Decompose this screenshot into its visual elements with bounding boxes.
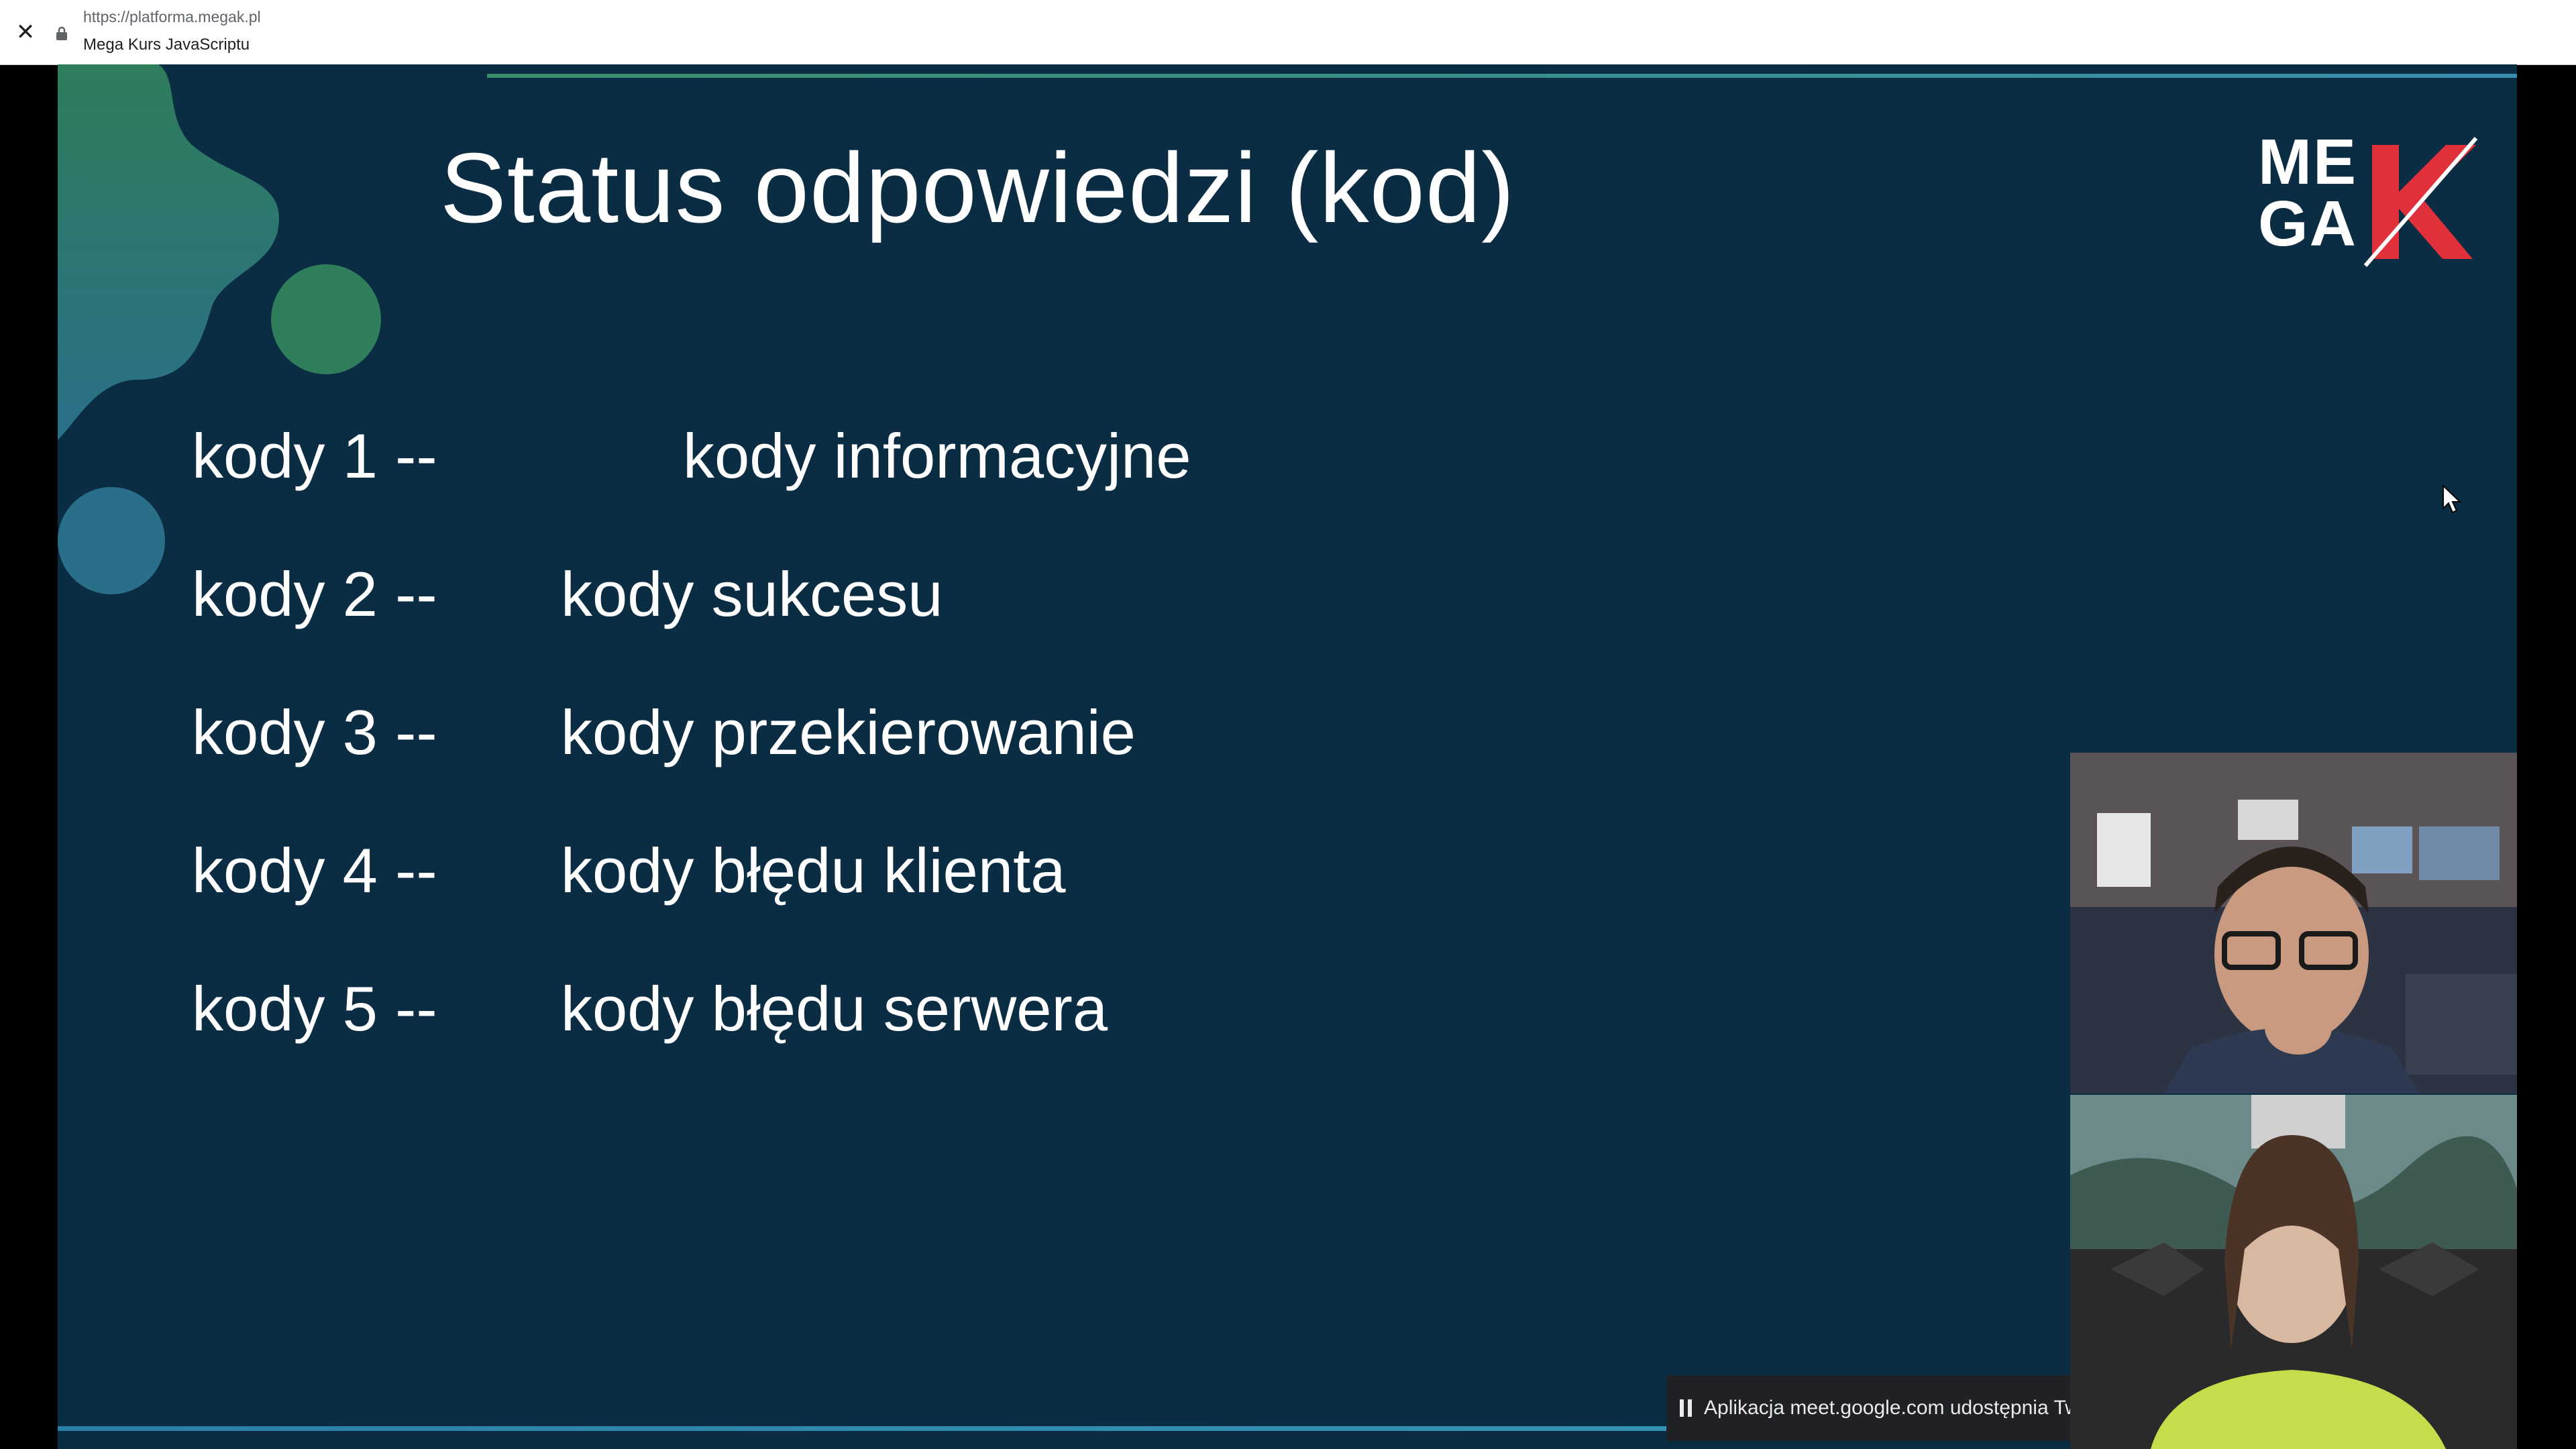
slide-title: Status odpowiedzi (kod)	[440, 133, 1515, 244]
screen-share-text: Aplikacja meet.google.com udostępnia Two	[1704, 1397, 2070, 1419]
code-label-1: kody 1 --	[192, 421, 437, 491]
participant-video-1[interactable]	[2070, 753, 2517, 1093]
logo-line-2: GA	[2258, 188, 2357, 260]
mouse-cursor-icon	[2443, 484, 2462, 514]
top-accent-line	[487, 74, 2517, 78]
screen-share-notification[interactable]: Aplikacja meet.google.com udostępnia Two	[1666, 1375, 2070, 1441]
code-meaning-2: kody sukcesu	[561, 559, 943, 629]
participant-1-image	[2070, 753, 2517, 1093]
code-label-3: kody 3 --	[192, 697, 437, 767]
code-label-2: kody 2 --	[192, 559, 437, 629]
code-label-4: kody 4 --	[192, 835, 437, 906]
page-title: Mega Kurs JavaScriptu	[83, 36, 250, 54]
code-meaning-5: kody błędu serwera	[561, 973, 1108, 1044]
lock-icon	[56, 26, 67, 40]
logo-k-mark	[2363, 137, 2478, 267]
pause-icon[interactable]	[1680, 1399, 1692, 1417]
logo-line-1: ME	[2258, 126, 2357, 198]
browser-app-bar: ✕ https://platforma.megak.pl Mega Kurs J…	[0, 0, 2576, 65]
megak-logo: ME GA	[2258, 126, 2479, 286]
code-meaning-3: kody przekierowanie	[561, 697, 1136, 767]
code-label-5: kody 5 --	[192, 973, 437, 1044]
decorative-shapes	[58, 64, 381, 594]
close-icon[interactable]: ✕	[13, 17, 38, 47]
participant-video-2[interactable]	[2070, 1095, 2517, 1449]
code-meaning-4: kody błędu klienta	[561, 835, 1066, 906]
url-display[interactable]: https://platforma.megak.pl	[83, 8, 261, 26]
code-meaning-1: kody informacyjne	[683, 421, 1191, 491]
participant-2-image	[2070, 1095, 2517, 1449]
